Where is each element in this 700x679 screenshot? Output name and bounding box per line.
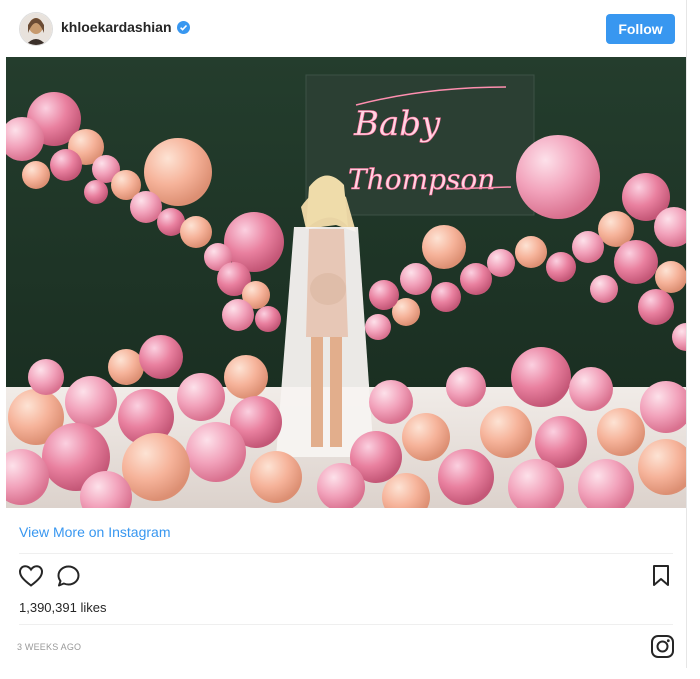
instagram-embed-card: khloekardashian Follow Baby Thompson Vie… [6,0,687,668]
follow-button[interactable]: Follow [606,14,675,44]
avatar[interactable] [19,12,53,46]
verified-badge-icon [177,21,190,34]
comment-icon[interactable] [56,564,82,593]
instagram-icon[interactable] [650,634,675,664]
post-photo[interactable]: Baby Thompson [6,57,686,508]
neon-text-line2: Thompson [348,163,495,196]
post-header: khloekardashian Follow [6,0,686,57]
view-more-link[interactable]: View More on Instagram [19,524,170,540]
divider [19,553,673,554]
username[interactable]: khloekardashian [61,19,172,35]
divider [19,624,673,625]
bookmark-icon[interactable] [652,564,670,593]
heart-icon[interactable] [18,564,44,593]
neon-text-line1: Baby [353,104,441,144]
post-timestamp[interactable]: 3 WEEKS AGO [17,642,81,652]
likes-count[interactable]: 1,390,391 likes [19,600,106,615]
